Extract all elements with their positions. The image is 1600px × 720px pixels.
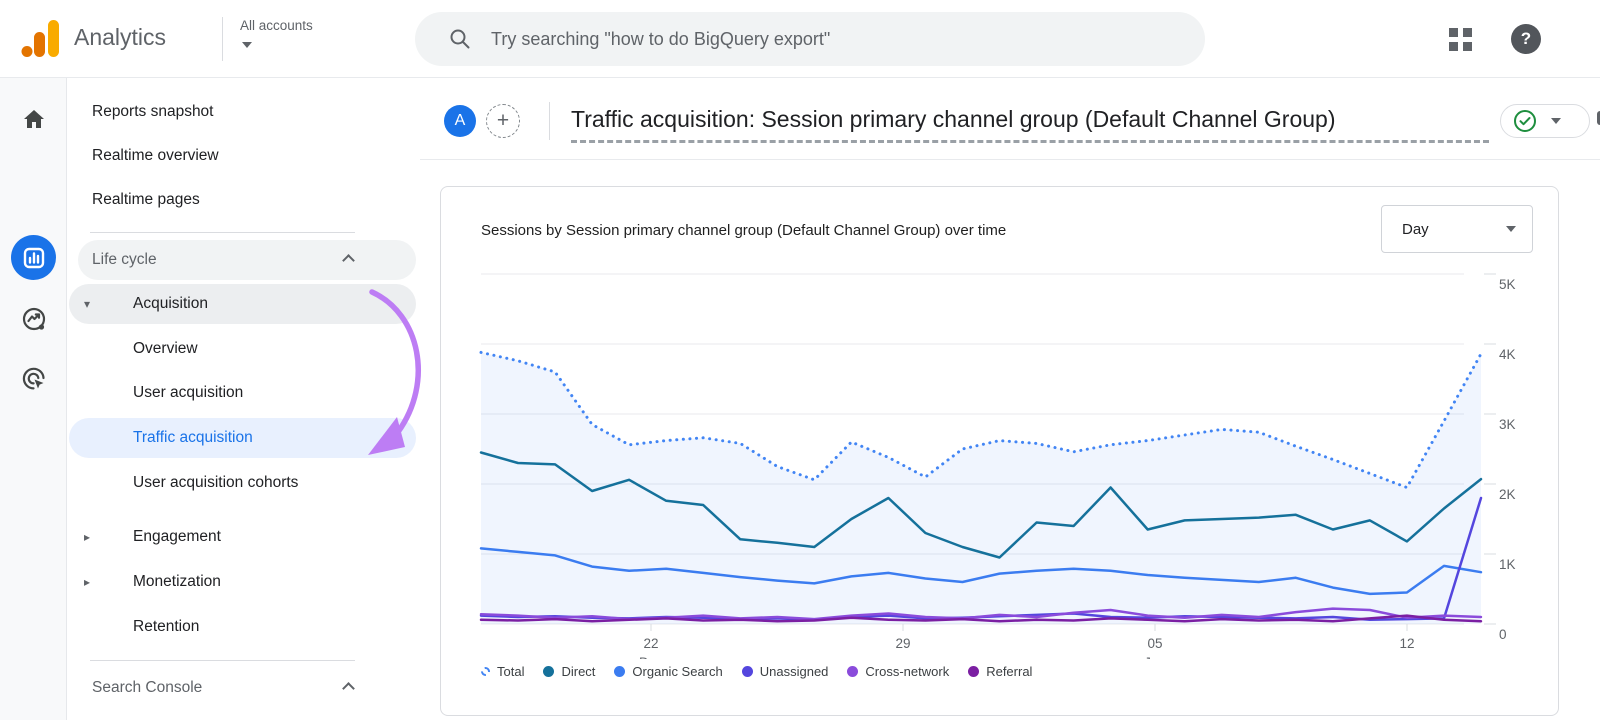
legend-label: Referral — [986, 664, 1032, 679]
report-status-pill[interactable] — [1500, 104, 1590, 138]
nav-label: Traffic acquisition — [133, 418, 253, 458]
legend-item-organic-search[interactable]: Organic Search — [614, 664, 722, 679]
avatar[interactable]: A — [444, 105, 476, 137]
report-nav: Reports snapshot Realtime overview Realt… — [67, 78, 420, 720]
legend-item-total[interactable]: Total — [481, 664, 524, 679]
legend-item-cross-network[interactable]: Cross-network — [847, 664, 949, 679]
topbar-divider — [222, 17, 223, 61]
x-tick-label: 29 — [895, 636, 910, 651]
x-tick-label: 22 — [643, 636, 658, 651]
top-bar: Analytics All accounts ? — [0, 0, 1600, 78]
caret-down-icon — [242, 42, 252, 48]
legend-item-referral[interactable]: Referral — [968, 664, 1032, 679]
nav-item-realtime-overview[interactable]: Realtime overview — [67, 136, 420, 176]
nav-item-monetization[interactable]: ▸ Monetization — [67, 562, 420, 602]
area-fill-total — [481, 352, 1481, 624]
nav-item-user-acquisition[interactable]: User acquisition — [67, 373, 420, 413]
home-icon[interactable] — [0, 107, 67, 131]
nav-label: Realtime overview — [92, 136, 219, 176]
search-bar[interactable] — [415, 12, 1205, 66]
nav-item-user-acquisition-cohorts[interactable]: User acquisition cohorts — [67, 463, 420, 503]
series-dot-icon — [543, 666, 554, 677]
chart-legend: Total Direct Organic Search Unassigned Cross… — [481, 664, 1032, 679]
legend-label: Unassigned — [760, 664, 829, 679]
series-dot-icon — [847, 666, 858, 677]
nav-item-engagement[interactable]: ▸ Engagement — [67, 517, 420, 557]
nav-label: Realtime pages — [92, 180, 200, 220]
y-tick-label: 2K — [1499, 487, 1516, 502]
x-tick-label: 12 — [1399, 636, 1414, 651]
series-dot-icon — [614, 666, 625, 677]
series-dot-icon — [742, 666, 753, 677]
chevron-up-icon — [342, 682, 355, 695]
reports-icon[interactable] — [11, 235, 56, 280]
chevron-up-icon — [342, 254, 355, 267]
legend-label: Direct — [561, 664, 595, 679]
nav-label: Acquisition — [133, 284, 208, 324]
dashed-ring-icon — [481, 667, 490, 676]
nav-section-life-cycle[interactable]: Life cycle — [67, 240, 420, 280]
y-tick-label: 1K — [1499, 557, 1516, 572]
caret-down-icon: ▾ — [84, 284, 90, 324]
y-tick-label: 4K — [1499, 347, 1516, 362]
legend-item-direct[interactable]: Direct — [543, 664, 595, 679]
nav-item-acquisition[interactable]: ▾ Acquisition — [67, 284, 420, 324]
y-tick-label: 3K — [1499, 417, 1516, 432]
caret-right-icon: ▸ — [84, 562, 90, 602]
nav-item-reports-snapshot[interactable]: Reports snapshot — [67, 92, 420, 132]
legend-item-unassigned[interactable]: Unassigned — [742, 664, 829, 679]
nav-label: Reports snapshot — [92, 92, 214, 132]
icon-rail — [0, 78, 67, 720]
explore-icon[interactable] — [0, 306, 67, 332]
nav-section-search-console[interactable]: Search Console — [67, 668, 420, 708]
nav-item-retention[interactable]: Retention — [67, 607, 420, 647]
legend-label: Organic Search — [632, 664, 722, 679]
y-tick-label: 0 — [1499, 627, 1507, 642]
header-divider — [549, 102, 550, 140]
nav-item-traffic-acquisition[interactable]: Traffic acquisition — [67, 418, 420, 458]
nav-divider — [90, 660, 355, 661]
nav-label: User acquisition — [133, 373, 243, 413]
page-title: Traffic acquisition: Session primary cha… — [571, 106, 1336, 133]
legend-label: Total — [497, 664, 524, 679]
nav-divider — [90, 232, 355, 233]
caret-down-icon — [1551, 118, 1561, 124]
x-tick-label: 05 — [1147, 636, 1162, 651]
nav-label: Monetization — [133, 562, 221, 602]
check-circle-icon — [1513, 109, 1537, 133]
nav-label: Retention — [133, 607, 199, 647]
section-label: Search Console — [92, 668, 202, 708]
report-header: A + Traffic acquisition: Session primary… — [420, 78, 1600, 160]
nav-label: Engagement — [133, 517, 221, 557]
account-switcher[interactable]: All accounts — [240, 18, 313, 48]
legend-label: Cross-network — [865, 664, 949, 679]
search-icon — [449, 28, 471, 50]
title-dashed-underline — [571, 140, 1489, 143]
caret-right-icon: ▸ — [84, 517, 90, 557]
apps-grid-icon[interactable] — [1449, 28, 1472, 51]
nav-item-realtime-pages[interactable]: Realtime pages — [67, 180, 420, 220]
advertising-icon[interactable] — [0, 366, 67, 392]
account-label: All accounts — [240, 18, 313, 33]
plus-icon[interactable]: + — [486, 104, 520, 138]
nav-label: Overview — [133, 329, 198, 369]
x-tick-sublabel: Dec — [639, 655, 663, 659]
section-label: Life cycle — [92, 240, 157, 280]
nav-label: User acquisition cohorts — [133, 463, 298, 503]
series-dot-icon — [968, 666, 979, 677]
analytics-logo-icon[interactable] — [20, 16, 64, 60]
x-tick-sublabel: Jan — [1144, 655, 1166, 659]
search-input[interactable] — [491, 29, 1185, 50]
app-title: Analytics — [74, 24, 166, 51]
nav-item-overview[interactable]: Overview — [67, 329, 420, 369]
sessions-chart-card: Sessions by Session primary channel grou… — [440, 186, 1559, 716]
sessions-line-chart[interactable]: 5K 4K 3K 2K 1K 0 22 Dec 29 05 Jan 12 — [441, 187, 1560, 659]
help-icon[interactable]: ? — [1511, 24, 1541, 54]
y-tick-label: 5K — [1499, 277, 1516, 292]
